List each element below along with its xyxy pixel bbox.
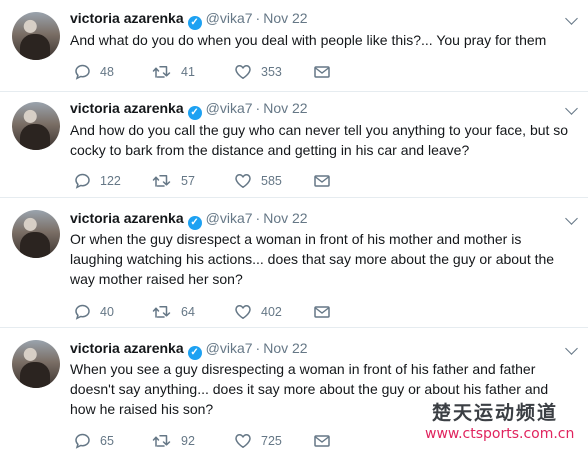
like-count: 725: [261, 434, 282, 448]
avatar[interactable]: [12, 12, 60, 60]
user-name[interactable]: victoria azarenka: [70, 210, 184, 226]
watermark-url: www.ctsports.com.cn: [425, 426, 575, 442]
reply-icon: [75, 433, 90, 449]
chevron-down-icon[interactable]: [565, 212, 578, 225]
verified-badge-icon: ✓: [187, 106, 202, 120]
retweet-button[interactable]: 64: [152, 303, 195, 321]
heart-icon: [235, 434, 251, 448]
retweet-count: 41: [181, 65, 195, 79]
user-handle[interactable]: @vika7: [206, 210, 253, 226]
separator: ·: [255, 100, 261, 116]
envelope-icon: [314, 435, 330, 447]
avatar[interactable]: [12, 340, 60, 388]
chevron-down-icon[interactable]: [565, 102, 578, 115]
like-button[interactable]: 585: [234, 172, 282, 190]
user-handle[interactable]: @vika7: [206, 340, 253, 356]
tweet-text: And how do you call the guy who can neve…: [70, 122, 569, 158]
user-name[interactable]: victoria azarenka: [70, 100, 184, 116]
separator: ·: [255, 210, 261, 226]
envelope-icon: [314, 306, 330, 318]
retweet-count: 57: [181, 174, 195, 188]
reply-count: 122: [100, 174, 121, 188]
reply-icon: [75, 304, 90, 320]
user-handle[interactable]: @vika7: [206, 100, 253, 116]
avatar[interactable]: [12, 102, 60, 150]
reply-button[interactable]: 65: [74, 432, 114, 450]
tweet-date[interactable]: Nov 22: [263, 340, 307, 356]
verified-badge-icon: ✓: [187, 216, 202, 230]
retweet-count: 64: [181, 305, 195, 319]
reply-count: 40: [100, 305, 114, 319]
reply-button[interactable]: 48: [74, 63, 114, 81]
retweet-icon: [152, 435, 171, 447]
like-button[interactable]: 353: [234, 63, 282, 81]
retweet-icon: [152, 306, 171, 318]
retweet-icon: [152, 175, 171, 187]
user-name[interactable]: victoria azarenka: [70, 10, 184, 26]
tweet-text: And what do you do when you deal with pe…: [70, 32, 547, 48]
heart-icon: [235, 65, 251, 79]
reply-icon: [75, 173, 90, 189]
separator: ·: [255, 340, 261, 356]
like-button[interactable]: 402: [234, 303, 282, 321]
heart-icon: [235, 174, 251, 188]
tweet[interactable]: victoria azarenka ✓ @vika7 · Nov 22 And what…: [0, 0, 588, 92]
like-count: 585: [261, 174, 282, 188]
message-button[interactable]: [314, 303, 330, 321]
reply-count: 65: [100, 434, 114, 448]
reply-icon: [75, 64, 90, 80]
retweet-icon: [152, 66, 171, 78]
tweet-date[interactable]: Nov 22: [263, 210, 307, 226]
envelope-icon: [314, 66, 330, 78]
retweet-count: 92: [181, 434, 195, 448]
heart-icon: [235, 305, 251, 319]
verified-badge-icon: ✓: [187, 346, 202, 360]
message-button[interactable]: [314, 63, 330, 81]
tweet-date[interactable]: Nov 22: [263, 10, 307, 26]
avatar[interactable]: [12, 210, 60, 258]
tweet-date[interactable]: Nov 22: [263, 100, 307, 116]
retweet-button[interactable]: 41: [152, 63, 195, 81]
verified-badge-icon: ✓: [187, 16, 202, 30]
like-count: 353: [261, 65, 282, 79]
envelope-icon: [314, 175, 330, 187]
user-handle[interactable]: @vika7: [206, 10, 253, 26]
reply-button[interactable]: 40: [74, 303, 114, 321]
tweet[interactable]: victoria azarenka ✓ @vika7 · Nov 22 And how …: [0, 92, 588, 198]
tweet-text: Or when the guy disrespect a woman in fr…: [70, 231, 555, 287]
separator: ·: [255, 10, 261, 26]
watermark-title: 楚天运动频道: [432, 402, 559, 424]
retweet-button[interactable]: 92: [152, 432, 195, 450]
like-button[interactable]: 725: [234, 432, 282, 450]
message-button[interactable]: [314, 432, 330, 450]
chevron-down-icon[interactable]: [565, 342, 578, 355]
like-count: 402: [261, 305, 282, 319]
chevron-down-icon[interactable]: [565, 12, 578, 25]
reply-count: 48: [100, 65, 114, 79]
retweet-button[interactable]: 57: [152, 172, 195, 190]
tweet[interactable]: victoria azarenka ✓ @vika7 · Nov 22 Or when …: [0, 198, 588, 328]
message-button[interactable]: [314, 172, 330, 190]
reply-button[interactable]: 122: [74, 172, 121, 190]
user-name[interactable]: victoria azarenka: [70, 340, 184, 356]
